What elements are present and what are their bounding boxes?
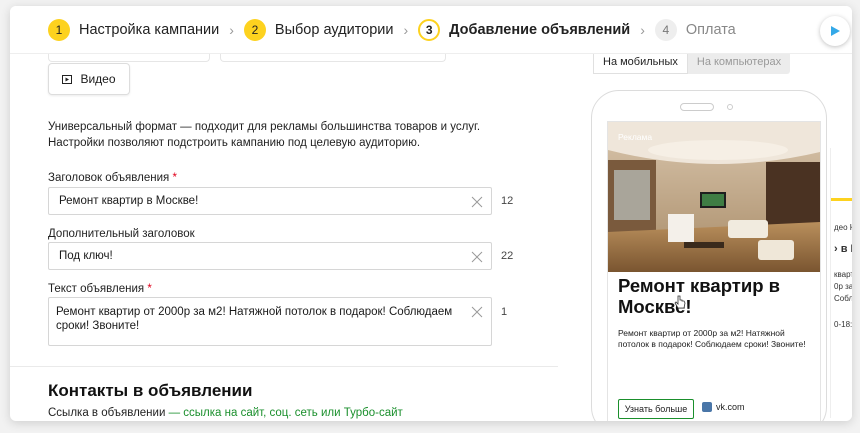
step-number: 4 (654, 18, 677, 41)
video-format-button[interactable]: Видео (48, 63, 130, 95)
step-add-ads[interactable]: 3 Добавление объявлений (418, 18, 631, 41)
step-payment[interactable]: 4 Оплата (654, 18, 736, 41)
format-button-partial[interactable] (48, 54, 210, 62)
headline-char-count: 12 (501, 195, 514, 207)
step-label: Оплата (685, 21, 736, 38)
subheadline-char-count: 22 (501, 250, 514, 262)
mobile-preview-phone: Реклама Ремонт квартир в Москве! Ремонт … (591, 90, 827, 421)
ad-link-label: Ссылка в объявлении — ссылка на сайт, со… (48, 407, 403, 419)
ad-preview-text: Ремонт квартир от 2000р за м2! Натяжной … (618, 328, 806, 349)
ad-link-hint[interactable]: — ссылка на сайт, соц. сеть или Турбо-са… (165, 407, 403, 419)
ad-text-label: Текст объявления * (48, 283, 152, 295)
phone-speaker (680, 103, 714, 111)
step-label: Добавление объявлений (449, 21, 631, 38)
campaign-stepper: 1 Настройка кампании › 2 Выбор аудитории… (10, 6, 852, 54)
clear-icon[interactable] (471, 306, 483, 318)
next-preview-peek: део Ка › в М квартир 0р за м Соблюдае 0-… (830, 148, 852, 418)
hand-cursor-icon (674, 295, 686, 309)
step-number: 1 (48, 18, 70, 41)
tab-desktop[interactable]: На компьютерах (688, 54, 790, 74)
step-number: 2 (243, 18, 266, 41)
headline-label: Заголовок объявления * (48, 172, 177, 184)
step-label: Выбор аудитории (274, 21, 394, 38)
ad-preview-card: Реклама Ремонт квартир в Москве! Ремонт … (607, 121, 821, 421)
step-label: Настройка кампании (79, 21, 220, 38)
format-button-partial[interactable] (220, 54, 446, 62)
subheadline-input[interactable]: Под ключ! (48, 242, 492, 270)
step-campaign-settings[interactable]: 1 Настройка кампании (48, 18, 220, 41)
peek-accent-bar (831, 198, 852, 201)
arrow-right-icon (831, 26, 840, 36)
ad-label: Реклама (618, 132, 653, 142)
headline-input[interactable]: Ремонт квартир в Москве! (48, 187, 492, 215)
video-format-label: Видео (80, 72, 116, 86)
ad-domain: vk.com (702, 402, 745, 412)
vk-icon (702, 402, 712, 412)
preview-tabs: На мобильных На компьютерах (593, 54, 791, 74)
clear-icon[interactable] (471, 251, 483, 263)
chevron-right-icon: › (640, 21, 645, 38)
play-icon (62, 74, 73, 84)
chevron-right-icon: › (403, 21, 409, 38)
ad-photo-image (608, 122, 820, 272)
phone-camera (727, 104, 733, 110)
format-description: Универсальный формат — подходит для рекл… (48, 121, 481, 149)
app-window: 1 Настройка кампании › 2 Выбор аудитории… (10, 6, 852, 421)
chevron-right-icon: › (229, 21, 234, 38)
tab-mobile[interactable]: На мобильных (593, 54, 688, 74)
subheadline-label: Дополнительный заголовок (48, 228, 195, 240)
ad-cta-button[interactable]: Узнать больше (618, 399, 694, 419)
contacts-section-title: Контакты в объявлении (48, 381, 253, 400)
ad-text-textarea[interactable]: Ремонт квартир от 2000р за м2! Натяжной … (48, 297, 492, 346)
clear-icon[interactable] (471, 196, 483, 208)
section-divider (10, 366, 558, 367)
step-number: 3 (418, 18, 441, 41)
ad-preview-headline: Ремонт квартир в Москве! (618, 275, 781, 317)
next-arrow-button[interactable] (820, 16, 850, 46)
ad-text-char-count: 1 (501, 306, 508, 318)
step-audience[interactable]: 2 Выбор аудитории (243, 18, 394, 41)
